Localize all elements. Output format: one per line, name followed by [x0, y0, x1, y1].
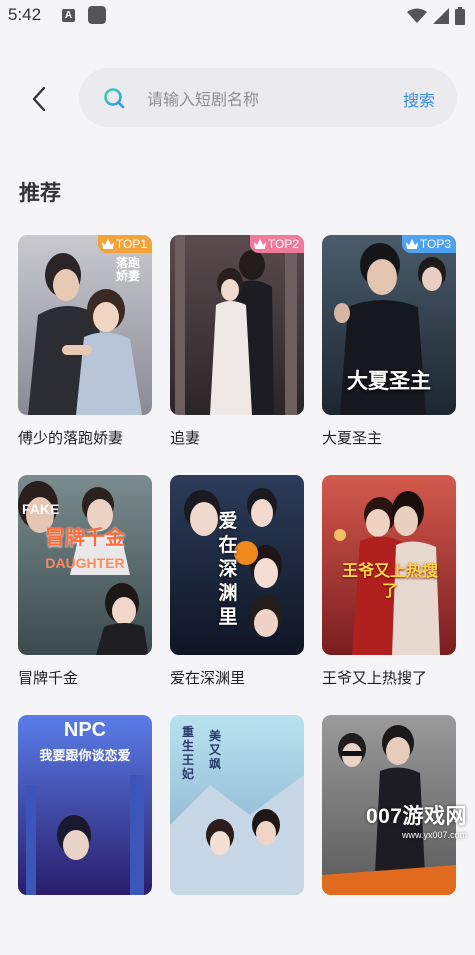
- rank-badge: TOP2: [249, 235, 304, 253]
- status-bar: 5:42 A: [0, 0, 475, 32]
- drama-poster: 大夏圣主 TOP3: [322, 235, 456, 415]
- drama-poster: 落跑娇妻 TOP1: [18, 235, 152, 415]
- battery-icon: [455, 7, 465, 25]
- crown-icon: [101, 239, 114, 249]
- poster-text: 冒牌千金: [45, 525, 125, 549]
- drama-card[interactable]: 重生王妃 美又飒: [170, 715, 304, 955]
- wifi-icon: [407, 8, 427, 23]
- drama-card[interactable]: NPC 我要跟你谈恋爱: [18, 715, 152, 955]
- drama-poster: TOP2: [170, 235, 304, 415]
- section-title: 推荐: [19, 181, 61, 205]
- drama-title: 王爷又上热搜了: [322, 669, 428, 687]
- poster-text: 重生王妃: [181, 725, 194, 781]
- drama-title: 冒牌千金: [18, 669, 79, 687]
- search-button[interactable]: 搜索: [403, 87, 435, 111]
- drama-title: 傅少的落跑娇妻: [18, 429, 124, 447]
- rank-label: TOP1: [115, 237, 147, 251]
- drama-grid: 落跑娇妻 TOP1 傅少的落跑娇妻 TOP2 追妻 大夏圣主 TOP3 大夏圣主…: [18, 235, 458, 955]
- status-time: 5:42: [8, 5, 42, 24]
- watermark-url: www.yx007.com: [401, 830, 467, 840]
- drama-card[interactable]: TOP2 追妻: [170, 235, 304, 475]
- drama-poster: FAKE 冒牌千金 DAUGHTER: [18, 475, 152, 655]
- poster-image: [18, 715, 152, 895]
- drama-title: 追妻: [170, 429, 201, 447]
- poster-text: 落跑娇妻: [115, 256, 140, 283]
- poster-text: 爱在深渊里: [218, 510, 238, 628]
- drama-poster: 王爷又上热搜了: [322, 475, 456, 655]
- drama-card[interactable]: 落跑娇妻 TOP1 傅少的落跑娇妻: [18, 235, 152, 475]
- poster-text: 美又飒: [208, 729, 221, 771]
- drama-title: 大夏圣主: [322, 429, 383, 447]
- poster-text: 王爷又上热搜了: [342, 561, 439, 600]
- rank-badge: TOP3: [401, 235, 456, 253]
- rank-label: TOP3: [419, 237, 451, 251]
- poster-text-en: DAUGHTER: [45, 555, 125, 571]
- search-bar: 搜索: [79, 68, 457, 127]
- drama-card[interactable]: 王爷又上热搜了 王爷又上热搜了: [322, 475, 456, 715]
- drama-card[interactable]: FAKE 冒牌千金 DAUGHTER 冒牌千金: [18, 475, 152, 715]
- search-input[interactable]: [145, 84, 389, 114]
- drama-poster: 爱在深渊里: [170, 475, 304, 655]
- app-notification-icon: [88, 6, 106, 24]
- crown-icon: [253, 239, 266, 249]
- poster-text: 我要跟你谈恋爱: [39, 749, 131, 764]
- signal-icon: [433, 8, 449, 24]
- rank-label: TOP2: [267, 237, 299, 251]
- poster-text-en: NPC: [63, 719, 107, 741]
- watermark-text: 007游戏网: [365, 805, 467, 828]
- back-button[interactable]: [22, 82, 56, 116]
- a-notification-icon: A: [62, 9, 75, 22]
- drama-poster: NPC 我要跟你谈恋爱: [18, 715, 152, 895]
- search-icon: [104, 88, 125, 109]
- poster-text-en: FAKE: [22, 501, 60, 517]
- drama-poster: 重生王妃 美又飒: [170, 715, 304, 895]
- chevron-left-icon: [32, 86, 46, 112]
- crown-icon: [405, 239, 418, 249]
- poster-image: [170, 235, 304, 415]
- status-icons: [407, 7, 465, 25]
- drama-card[interactable]: 爱在深渊里 爱在深渊里: [170, 475, 304, 715]
- watermark: 007游戏网 www.yx007.com: [366, 800, 467, 840]
- drama-title: 爱在深渊里: [170, 669, 246, 687]
- drama-card[interactable]: 大夏圣主 TOP3 大夏圣主: [322, 235, 456, 475]
- poster-text: 大夏圣主: [347, 368, 431, 393]
- rank-badge: TOP1: [97, 235, 152, 253]
